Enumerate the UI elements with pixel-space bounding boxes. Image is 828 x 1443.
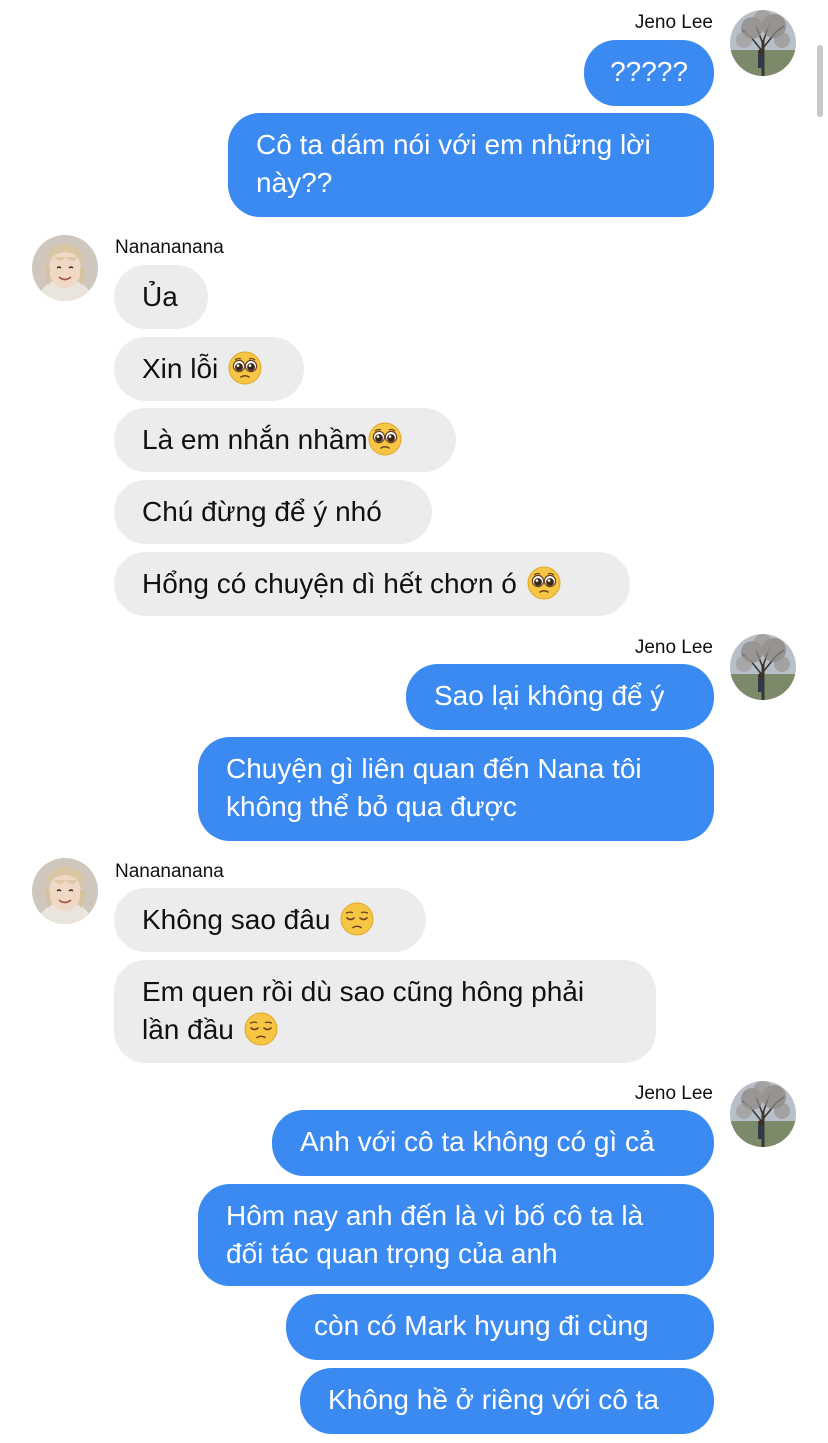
message-text: Cô ta dám nói với em những lời này?? xyxy=(256,129,651,198)
pensive-face-icon xyxy=(340,902,374,936)
sender-name: Nanananana xyxy=(115,237,224,258)
message-text: Hôm nay anh đến là vì bố cô ta là đối tá… xyxy=(226,1200,644,1269)
message-bubble[interactable]: Cô ta dám nói với em những lời này?? xyxy=(228,113,714,217)
avatar[interactable] xyxy=(730,1081,796,1147)
message-bubble[interactable]: Chú đừng để ý nhó xyxy=(114,480,432,544)
message-text: Hổng có chuyện dì hết chơn ó xyxy=(142,568,517,599)
message-text: Em quen rồi dù sao cũng hông phải lần đầ… xyxy=(142,976,585,1045)
message-bubble[interactable]: Là em nhắn nhầm xyxy=(114,408,456,472)
message-bubble[interactable]: Hổng có chuyện dì hết chơn ó xyxy=(114,552,630,616)
message-bubble[interactable]: Không hề ở riêng với cô ta xyxy=(300,1368,714,1434)
message-bubble[interactable]: còn có Mark hyung đi cùng xyxy=(286,1294,714,1360)
message-bubble[interactable]: Ủa xyxy=(114,265,208,329)
avatar[interactable] xyxy=(32,858,98,924)
message-text: Anh với cô ta không có gì cả xyxy=(300,1126,655,1157)
message-bubble[interactable]: Anh với cô ta không có gì cả xyxy=(272,1110,714,1176)
message-text: Không sao đâu xyxy=(142,904,331,935)
message-text: Là em nhắn nhầm xyxy=(142,424,368,455)
message-bubble[interactable]: ????? xyxy=(584,40,714,106)
avatar[interactable] xyxy=(32,235,98,301)
message-bubble[interactable]: Chuyện gì liên quan đến Nana tôi không t… xyxy=(198,737,714,841)
message-text: còn có Mark hyung đi cùng xyxy=(314,1310,649,1341)
pleading-face-icon xyxy=(368,422,402,456)
sender-name: Jeno Lee xyxy=(634,12,713,33)
message-text: Xin lỗi xyxy=(142,353,219,384)
sender-name: Jeno Lee xyxy=(634,1083,713,1104)
message-bubble[interactable]: Xin lỗi xyxy=(114,337,304,401)
pleading-face-icon xyxy=(527,566,561,600)
message-text: Sao lại không để ý xyxy=(434,680,665,711)
message-text: Chuyện gì liên quan đến Nana tôi không t… xyxy=(226,753,642,822)
pleading-face-icon xyxy=(228,351,262,385)
message-bubble[interactable]: Hôm nay anh đến là vì bố cô ta là đối tá… xyxy=(198,1184,714,1286)
sender-name: Jeno Lee xyxy=(634,637,713,658)
chat-thread[interactable]: Jeno Lee ????? Cô ta dám nói với em nhữn… xyxy=(0,0,828,1443)
avatar[interactable] xyxy=(730,634,796,700)
scrollbar[interactable] xyxy=(817,45,823,117)
message-text: Không hề ở riêng với cô ta xyxy=(328,1384,659,1415)
message-text: Ủa xyxy=(142,281,178,312)
message-text: Chú đừng để ý nhó xyxy=(142,496,382,527)
message-bubble[interactable]: Không sao đâu xyxy=(114,888,426,952)
avatar[interactable] xyxy=(730,10,796,76)
pensive-face-icon xyxy=(244,1012,278,1046)
sender-name: Nanananana xyxy=(115,861,224,882)
message-bubble[interactable]: Em quen rồi dù sao cũng hông phải lần đầ… xyxy=(114,960,656,1063)
message-text: ????? xyxy=(610,56,688,87)
message-bubble[interactable]: Sao lại không để ý xyxy=(406,664,714,730)
